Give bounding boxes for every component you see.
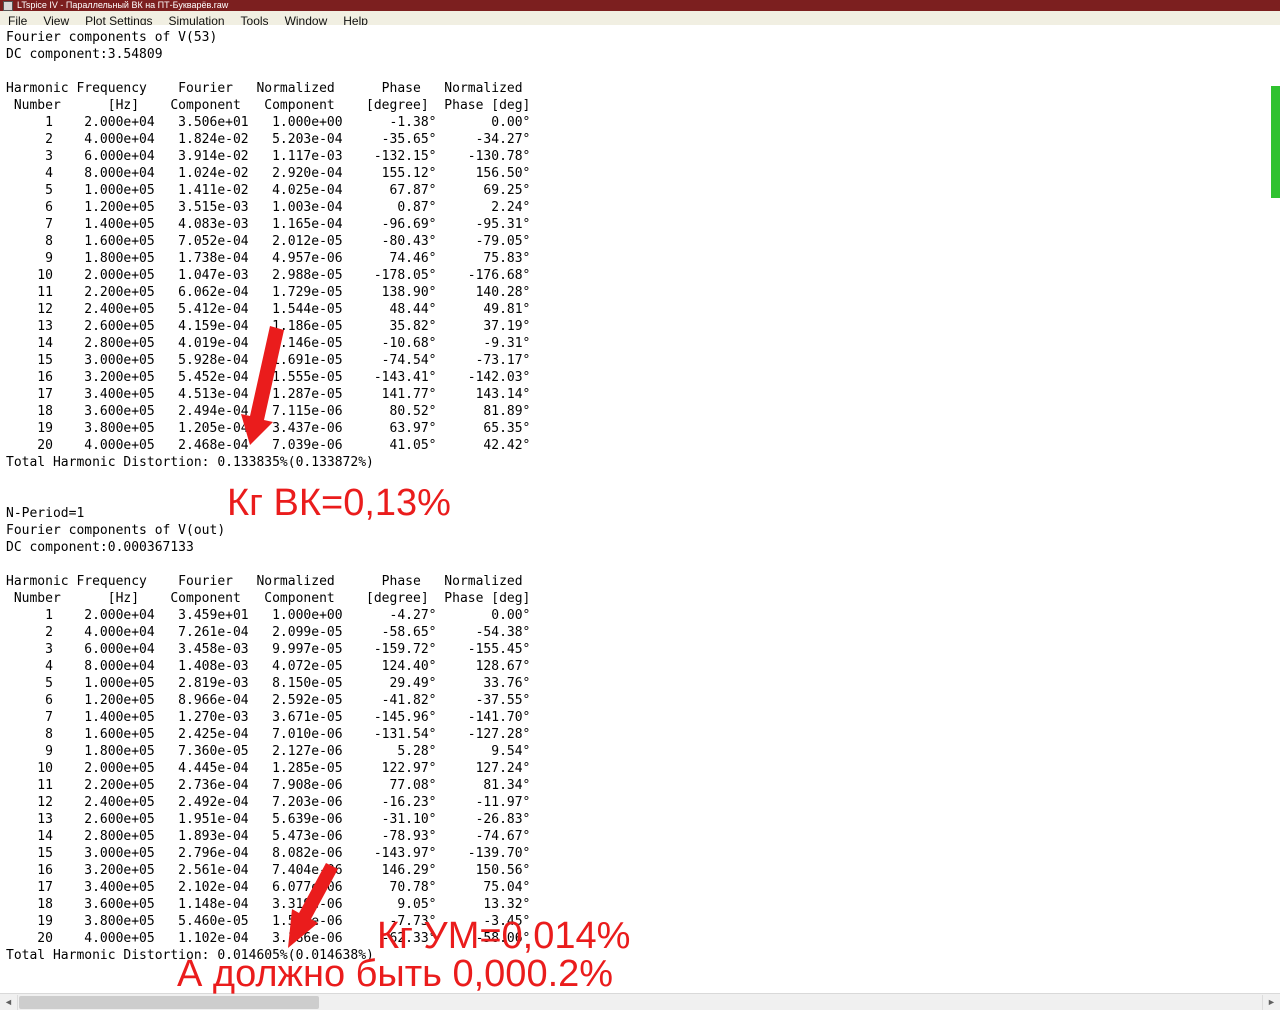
horizontal-scrollbar[interactable]: ◄ ► xyxy=(0,993,1280,1010)
app-title: LTspice IV - Параллельный ВК на ПТ-Буква… xyxy=(17,0,229,10)
scroll-right-arrow-icon[interactable]: ► xyxy=(1262,994,1280,1010)
scrollbar-thumb[interactable] xyxy=(19,995,319,1009)
app-icon xyxy=(3,0,13,11)
fourier-log-text: Fourier components of V(53) DC component… xyxy=(6,30,531,963)
error-log-content[interactable]: Fourier components of V(53) DC component… xyxy=(0,25,1280,994)
spice-error-log-window: LT SPICE Error Log: D:\1 ЭЛЕКТРОН\1А - О… xyxy=(0,0,1280,1010)
right-edge-green-strip xyxy=(1271,86,1280,198)
scroll-left-arrow-icon[interactable]: ◄ xyxy=(0,994,18,1010)
app-titlebar[interactable]: LTspice IV - Параллельный ВК на ПТ-Буква… xyxy=(0,0,1280,11)
